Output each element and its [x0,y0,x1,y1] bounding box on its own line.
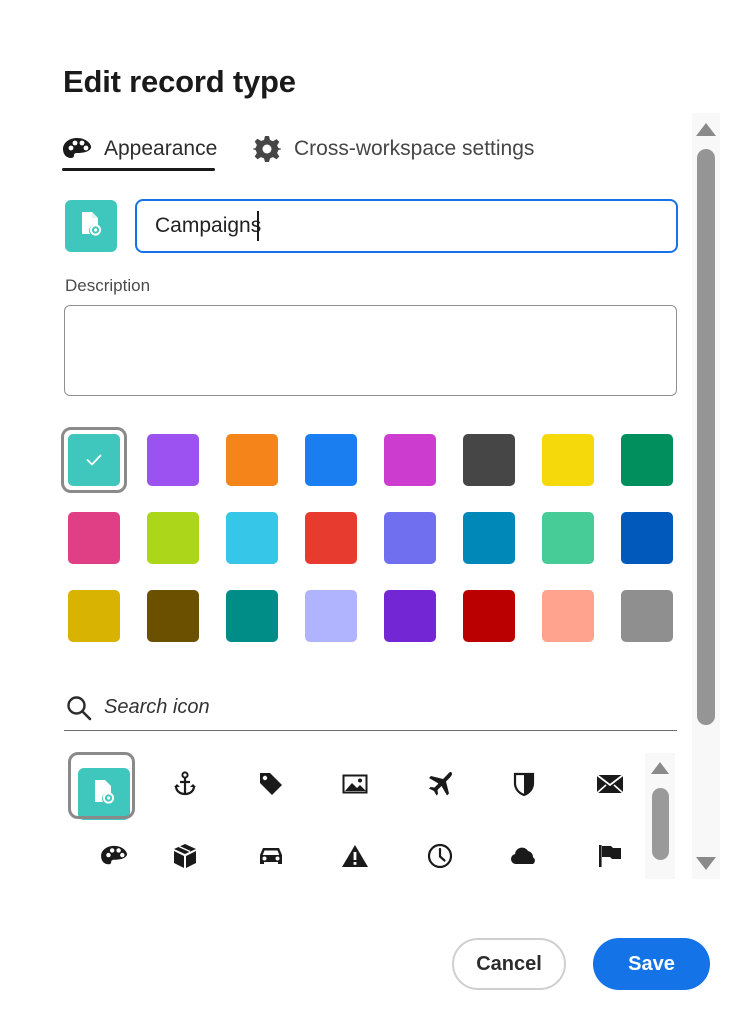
clock-icon [427,843,453,874]
color-swatch[interactable] [305,590,357,642]
color-swatch[interactable] [384,590,436,642]
icon-picker-grid [58,750,648,880]
color-swatch[interactable] [542,512,594,564]
icon-option-palette[interactable] [86,830,142,886]
shield-icon [513,771,535,802]
color-swatch[interactable] [542,590,594,642]
text-cursor [257,211,259,241]
tag-icon [258,771,284,802]
color-swatch[interactable] [621,512,673,564]
tab-list: Appearance Cross-workspace settings [62,126,682,174]
icon-option-flag[interactable] [582,830,638,886]
car-icon [258,845,284,872]
tab-appearance[interactable]: Appearance [62,126,217,172]
icon-option-cloud[interactable] [496,830,552,886]
description-label: Description [65,276,151,295]
color-swatch[interactable] [68,590,120,642]
color-swatch[interactable] [226,512,278,564]
color-swatch[interactable] [463,434,515,486]
record-type-icon-preview[interactable] [65,200,117,252]
search-icon [64,693,94,723]
tab-cross-workspace-label: Cross-workspace settings [294,137,535,160]
color-swatch[interactable] [226,434,278,486]
cloud-icon [509,846,539,871]
airplane-icon [426,770,454,803]
icon-option-car[interactable] [243,830,299,886]
color-swatch[interactable] [542,434,594,486]
color-swatch[interactable] [226,590,278,642]
box-icon [173,843,197,874]
icon-option-mail[interactable] [582,758,638,814]
scroll-down-arrow-icon[interactable] [696,857,716,875]
tab-cross-workspace-settings[interactable]: Cross-workspace settings [252,126,534,172]
color-swatch-grid [60,426,686,656]
image-icon [342,773,368,800]
color-swatch[interactable] [463,512,515,564]
icon-option-document-gear[interactable] [58,750,148,822]
dialog-title: Edit record type [63,64,296,99]
icon-grid-scroll-thumb[interactable] [652,788,669,860]
icon-option-tag[interactable] [243,758,299,814]
palette-icon [100,844,128,873]
color-swatch[interactable] [305,434,357,486]
icon-grid-scrollbar[interactable] [645,753,675,879]
warning-icon [341,844,369,873]
color-swatch[interactable] [621,434,673,486]
color-swatch[interactable] [384,434,436,486]
color-swatch[interactable] [621,590,673,642]
icon-option-shield[interactable] [496,758,552,814]
palette-icon [62,134,92,164]
active-tab-indicator [62,168,215,171]
icon-option-anchor[interactable] [157,758,213,814]
flag-icon [597,843,623,874]
icon-option-clock[interactable] [412,830,468,886]
checkmark-icon [86,454,102,466]
dialog-scrollbar[interactable] [692,113,720,879]
tab-appearance-label: Appearance [104,137,218,160]
mail-icon [596,773,624,800]
record-type-name-input[interactable] [135,199,678,253]
icon-option-warning[interactable] [327,830,383,886]
icon-search [64,685,677,731]
document-gear-icon [93,779,115,810]
anchor-icon [173,770,197,802]
scroll-up-arrow-icon[interactable] [651,761,669,779]
document-gear-icon [80,211,102,242]
icon-option-airplane[interactable] [412,758,468,814]
description-field[interactable] [64,305,677,396]
selected-icon-background [78,768,130,820]
scroll-up-arrow-icon[interactable] [696,123,716,141]
cancel-button[interactable]: Cancel [452,938,566,990]
dialog-scroll-thumb[interactable] [697,149,715,725]
color-swatch[interactable] [147,590,199,642]
color-swatch[interactable] [68,512,120,564]
save-button[interactable]: Save [593,938,710,990]
color-swatch[interactable] [305,512,357,564]
color-swatch[interactable] [384,512,436,564]
icon-option-image[interactable] [327,758,383,814]
color-swatch[interactable] [463,590,515,642]
icon-option-box[interactable] [157,830,213,886]
color-swatch[interactable] [147,512,199,564]
color-swatch[interactable] [61,427,127,493]
icon-search-input[interactable] [104,696,604,719]
gear-icon [252,134,282,164]
color-swatch[interactable] [147,434,199,486]
